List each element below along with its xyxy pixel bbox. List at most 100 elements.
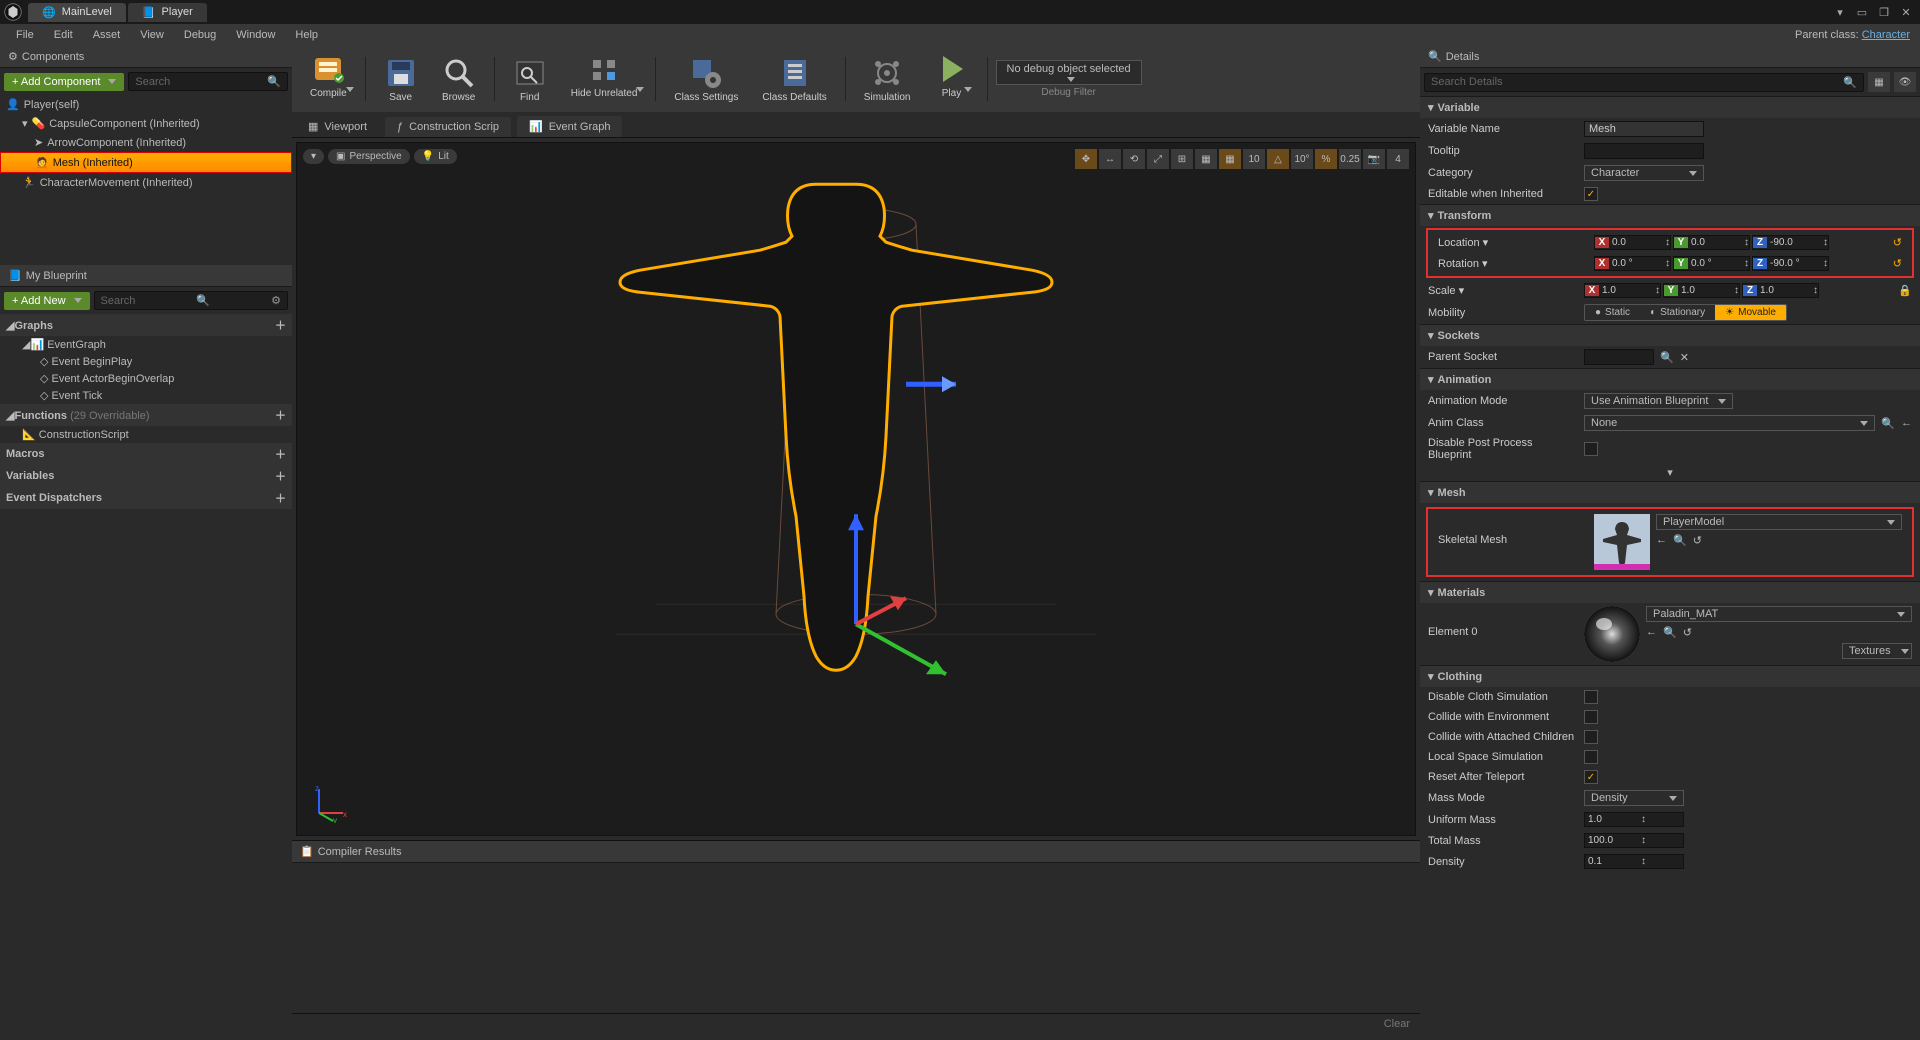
tree-item-capsule[interactable]: ▾💊CapsuleComponent (Inherited) [0, 114, 292, 133]
doc-tab-mainlevel[interactable]: 🌐MainLevel [28, 3, 126, 22]
section-macros[interactable]: Macros＋ [0, 443, 292, 465]
reset-icon[interactable]: ↺ [1693, 534, 1702, 547]
menu-edit[interactable]: Edit [44, 27, 83, 43]
section-mesh[interactable]: ▾ Mesh [1420, 481, 1920, 503]
play-button[interactable]: Play [925, 48, 979, 110]
translate-mode-icon[interactable]: ↔ [1099, 149, 1121, 169]
use-icon[interactable]: ← [1901, 417, 1912, 429]
class-settings-button[interactable]: Class Settings [664, 52, 748, 107]
rotation-y[interactable]: Y0.0 °↕ [1673, 256, 1750, 271]
graph-eventgraph[interactable]: ◢📊 EventGraph [0, 336, 292, 353]
components-panel-tab[interactable]: ⚙Components [0, 46, 292, 68]
lock-icon[interactable]: 🔒 [1898, 284, 1912, 297]
scale-size[interactable]: 0.25 [1339, 149, 1361, 169]
class-defaults-button[interactable]: Class Defaults [752, 52, 836, 107]
viewport-lit[interactable]: 💡Lit [414, 149, 457, 164]
browse-button[interactable]: Browse [432, 52, 486, 107]
reset-icon[interactable]: ↺ [1893, 236, 1902, 249]
property-matrix-icon[interactable]: ▦ [1868, 72, 1890, 92]
minimize-button[interactable]: ▭ [1852, 4, 1872, 20]
expand-icon[interactable]: ▾ [1420, 464, 1920, 481]
hide-unrelated-button[interactable]: Hide Unrelated [561, 48, 648, 110]
clear-button[interactable]: Clear [292, 1013, 1420, 1034]
section-transform[interactable]: ▾ Transform [1420, 204, 1920, 226]
category-combo[interactable]: Character [1584, 165, 1704, 181]
tree-item-charmove[interactable]: 🏃CharacterMovement (Inherited) [0, 173, 292, 192]
parent-class-link[interactable]: Character [1862, 29, 1910, 41]
doc-tab-player[interactable]: 📘Player [128, 3, 207, 22]
add-icon[interactable]: ＋ [275, 490, 286, 506]
tab-construction[interactable]: ƒConstruction Scrip [385, 117, 511, 137]
maximize-button[interactable]: ❐ [1874, 4, 1894, 20]
debug-object-combo[interactable]: No debug object selected [996, 60, 1142, 85]
tab-eventgraph[interactable]: 📊Event Graph [517, 116, 622, 137]
browse-icon[interactable]: 🔍 [1673, 534, 1687, 547]
func-constructionscript[interactable]: 📐 ConstructionScript [0, 426, 292, 443]
camera-speed[interactable]: 4 [1387, 149, 1409, 169]
reset-icon[interactable]: ↺ [1893, 257, 1902, 270]
add-icon[interactable]: ＋ [275, 407, 286, 423]
scale-x[interactable]: X1.0↕ [1584, 283, 1661, 298]
section-variables[interactable]: Variables＋ [0, 465, 292, 487]
section-eventdispatchers[interactable]: Event Dispatchers＋ [0, 487, 292, 509]
reset-icon[interactable]: ↺ [1683, 626, 1692, 639]
rotation-z[interactable]: Z-90.0 °↕ [1752, 256, 1829, 271]
section-materials[interactable]: ▾ Materials [1420, 581, 1920, 603]
add-new-button[interactable]: + Add New [4, 292, 90, 310]
use-icon[interactable]: ← [1656, 534, 1667, 547]
scale-z[interactable]: Z1.0↕ [1742, 283, 1819, 298]
save-button[interactable]: Save [374, 52, 428, 107]
tree-item-player[interactable]: 👤Player(self) [0, 95, 292, 114]
compile-button[interactable]: Compile [300, 48, 357, 110]
grid-size[interactable]: 10 [1243, 149, 1265, 169]
material-thumbnail[interactable] [1584, 606, 1640, 662]
density-input[interactable]: 0.1↕ [1584, 854, 1684, 869]
scale-label[interactable]: Scale ▾ [1428, 284, 1578, 297]
tooltip-input[interactable] [1584, 143, 1704, 159]
event-beginplay[interactable]: ◇ Event BeginPlay [0, 353, 292, 370]
collidechild-checkbox[interactable] [1584, 730, 1598, 744]
section-variable[interactable]: ▾ Variable [1420, 96, 1920, 118]
simulation-button[interactable]: Simulation [854, 52, 921, 107]
parent-socket-input[interactable] [1584, 349, 1654, 365]
collideenv-checkbox[interactable] [1584, 710, 1598, 724]
rotation-x[interactable]: X0.0 °↕ [1594, 256, 1671, 271]
tab-viewport[interactable]: ▦Viewport [296, 116, 379, 137]
angle-snap-icon[interactable]: △ [1267, 149, 1289, 169]
location-z[interactable]: Z-90.0↕ [1752, 235, 1829, 250]
menu-debug[interactable]: Debug [174, 27, 226, 43]
blueprint-search[interactable]: Search🔍⚙ [94, 291, 288, 310]
event-actorbeginoverlap[interactable]: ◇ Event ActorBeginOverlap [0, 370, 292, 387]
clear-icon[interactable]: ✕ [1680, 351, 1689, 364]
scale-snap-icon[interactable]: % [1315, 149, 1337, 169]
use-icon[interactable]: ← [1646, 626, 1657, 639]
location-label[interactable]: Location ▾ [1438, 236, 1588, 249]
event-tick[interactable]: ◇ Event Tick [0, 387, 292, 404]
mobility-static[interactable]: ●Static [1585, 305, 1640, 320]
editable-checkbox[interactable] [1584, 187, 1598, 201]
add-component-button[interactable]: + Add Component [4, 73, 124, 91]
localsim-checkbox[interactable] [1584, 750, 1598, 764]
settings-icon[interactable]: ⚙ [271, 294, 281, 307]
details-search[interactable]: Search Details🔍 [1424, 73, 1864, 92]
totalmass-input[interactable]: 100.0↕ [1584, 833, 1684, 848]
section-animation[interactable]: ▾ Animation [1420, 368, 1920, 390]
viewport[interactable]: ▾ ▣Perspective 💡Lit ✥ ↔ ⟲ ⤢ ⊞ ▦ ▦ 10 △ 1… [296, 142, 1416, 836]
section-clothing[interactable]: ▾ Clothing [1420, 665, 1920, 687]
varname-input[interactable] [1584, 121, 1704, 137]
close-button[interactable]: ✕ [1896, 4, 1916, 20]
menu-help[interactable]: Help [285, 27, 328, 43]
surface-snap-icon[interactable]: ▦ [1195, 149, 1217, 169]
viewport-options[interactable]: ▾ [303, 149, 324, 164]
compiler-results-tab[interactable]: 📋Compiler Results [292, 841, 1420, 863]
add-icon[interactable]: ＋ [275, 317, 286, 333]
coord-mode-icon[interactable]: ⊞ [1171, 149, 1193, 169]
browse-icon[interactable]: 🔍 [1881, 417, 1895, 430]
rotation-label[interactable]: Rotation ▾ [1438, 257, 1588, 270]
section-functions[interactable]: ◢Functions (29 Overridable)＋ [0, 404, 292, 426]
dropdown-icon[interactable]: ▾ [1830, 4, 1850, 20]
material-asset-combo[interactable]: Paladin_MAT [1646, 606, 1912, 622]
disablepp-checkbox[interactable] [1584, 442, 1598, 456]
mesh-asset-combo[interactable]: PlayerModel [1656, 514, 1902, 530]
location-x[interactable]: X0.0↕ [1594, 235, 1671, 250]
